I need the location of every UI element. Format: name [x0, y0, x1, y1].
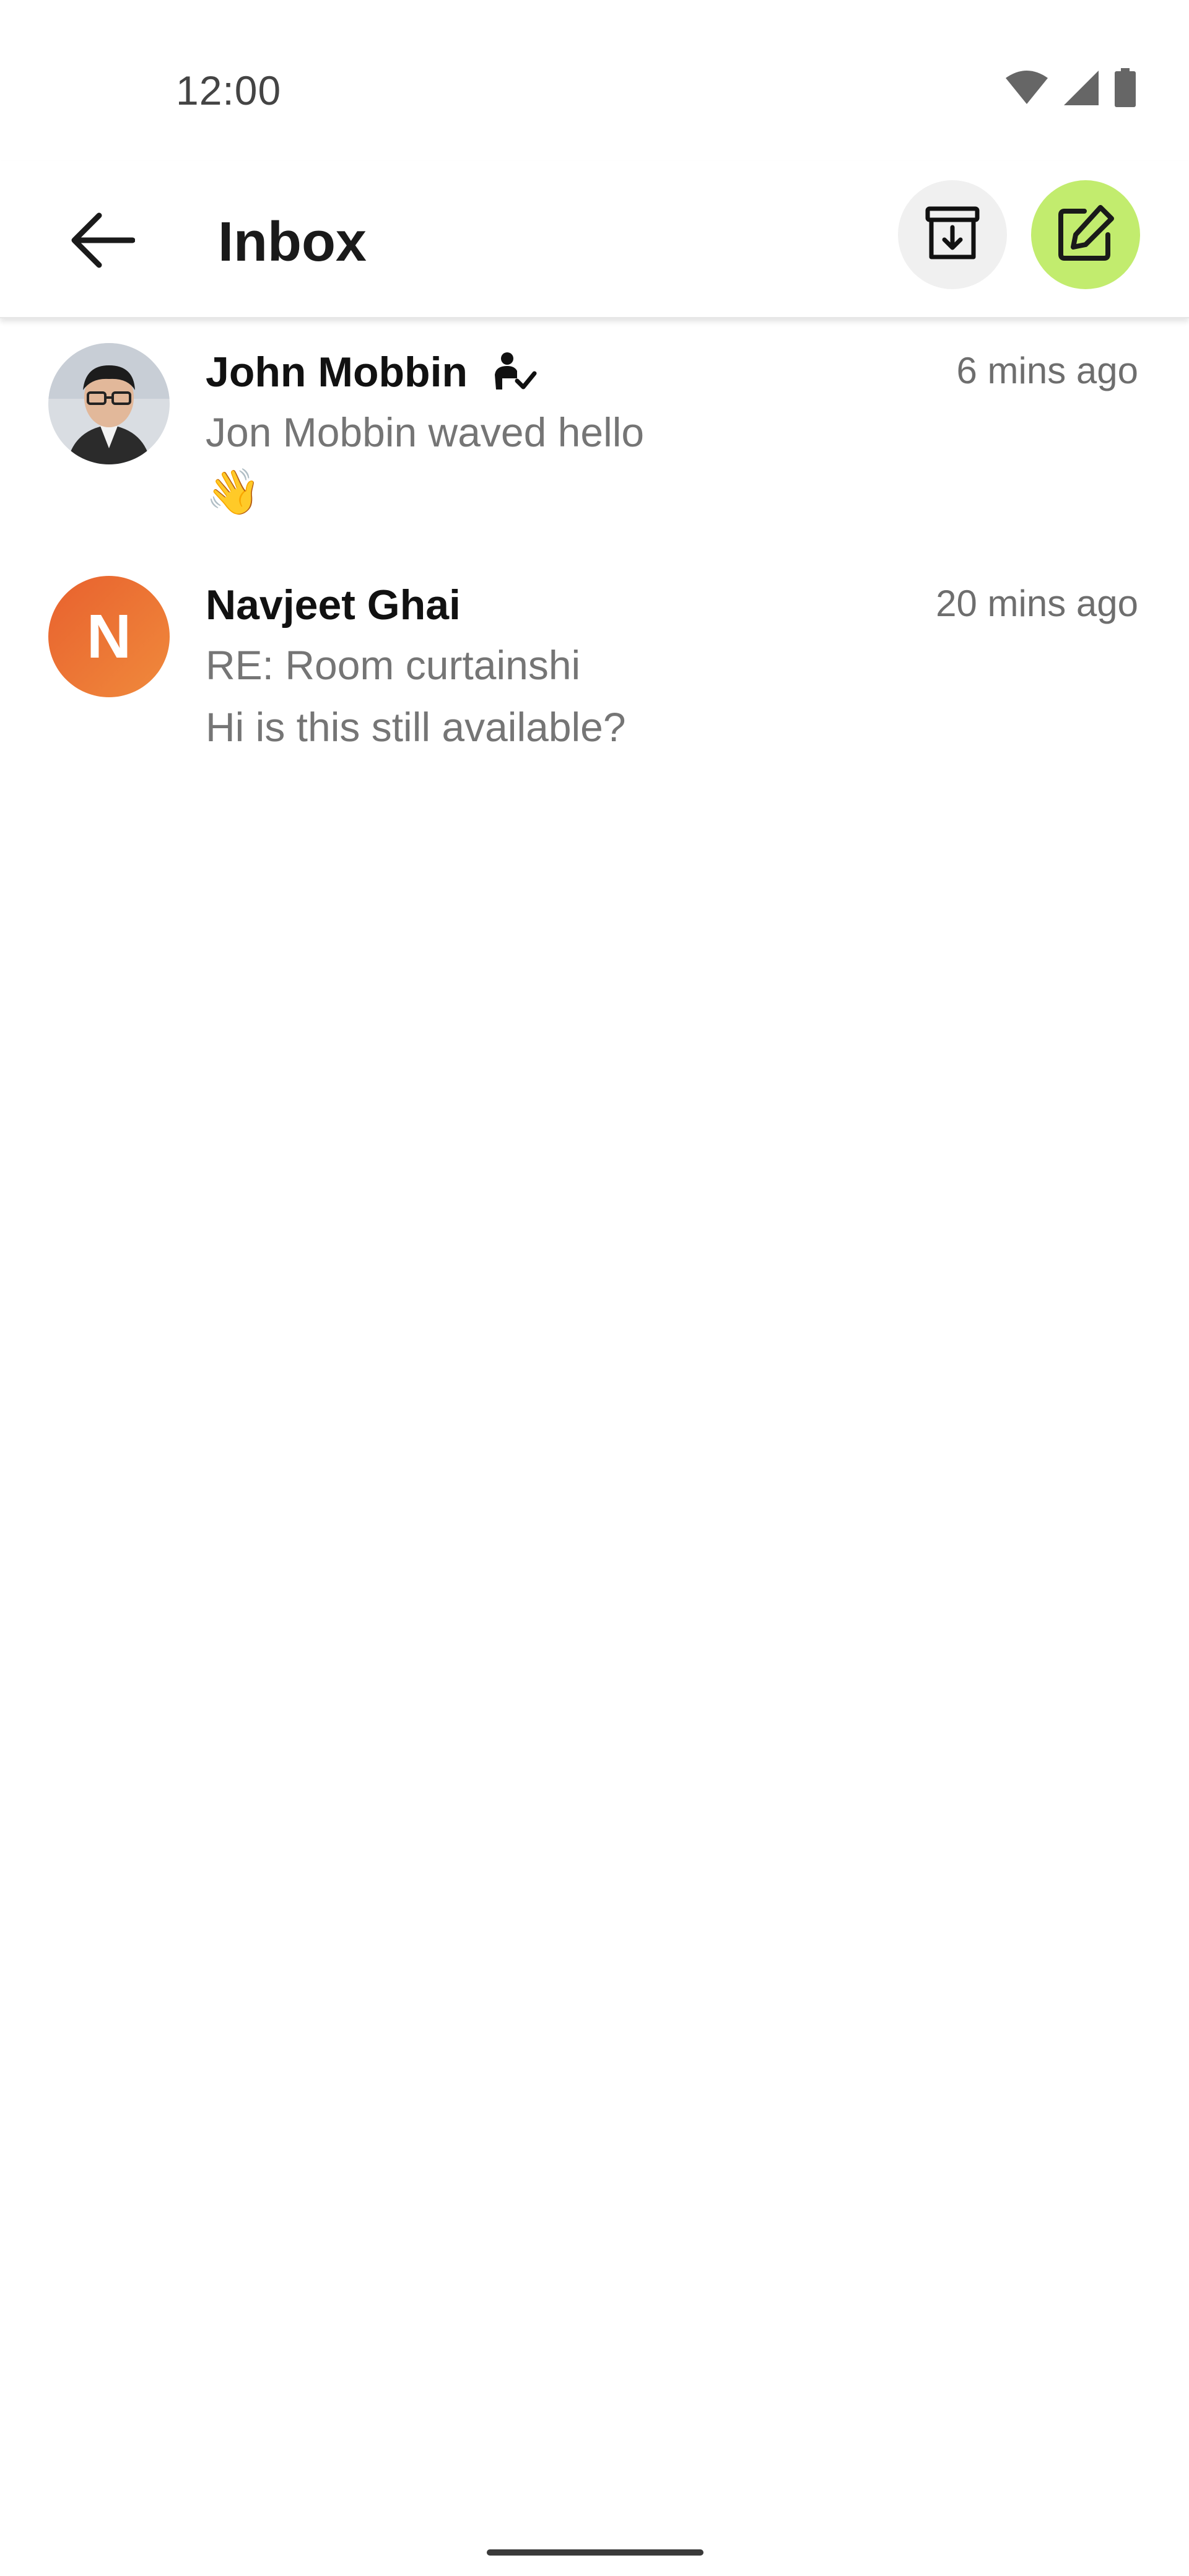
timestamp: 20 mins ago	[936, 583, 1138, 624]
avatar	[48, 343, 170, 464]
archive-button[interactable]	[898, 180, 1007, 289]
status-icons	[1004, 68, 1137, 111]
arrow-left-icon	[71, 211, 136, 273]
waving-hand-emoji: 👋	[206, 468, 261, 517]
message-subject: RE: Room curtainshi	[206, 642, 581, 688]
wifi-icon	[1004, 71, 1049, 108]
avatar: N	[48, 576, 170, 697]
edit-pencil-icon	[1056, 204, 1115, 266]
message-preview: Hi is this still available?	[206, 704, 626, 750]
conversation-item[interactable]: N Navjeet Ghai 20 mins ago RE: Room curt…	[0, 551, 1189, 784]
timestamp: 6 mins ago	[956, 350, 1139, 391]
verified-person-icon	[490, 351, 537, 394]
cellular-signal-icon	[1063, 69, 1100, 110]
sender-row: Navjeet Ghai	[206, 581, 461, 629]
status-time: 12:00	[176, 67, 282, 113]
sender-name: Navjeet Ghai	[206, 581, 461, 629]
conversation-item[interactable]: John Mobbin 6 mins ago Jon Mobbin waved …	[0, 318, 1189, 551]
sender-name: John Mobbin	[206, 349, 468, 396]
compose-button[interactable]	[1031, 180, 1140, 289]
battery-icon	[1113, 68, 1137, 111]
avatar-initial: N	[86, 601, 132, 671]
message-preview: Jon Mobbin waved hello	[206, 409, 645, 455]
app-bar: Inbox	[0, 161, 1189, 318]
back-button[interactable]	[59, 198, 146, 285]
status-bar: 12:00	[0, 0, 1189, 161]
gesture-nav-handle[interactable]	[487, 2549, 703, 2556]
conversation-list: John Mobbin 6 mins ago Jon Mobbin waved …	[0, 318, 1189, 784]
archive-download-icon	[924, 205, 981, 265]
inbox-screen: 12:00 Inbox John Mobbin 6 mins ago Jon M…	[0, 0, 1189, 2576]
page-title: Inbox	[218, 211, 367, 273]
sender-row: John Mobbin	[206, 348, 537, 396]
